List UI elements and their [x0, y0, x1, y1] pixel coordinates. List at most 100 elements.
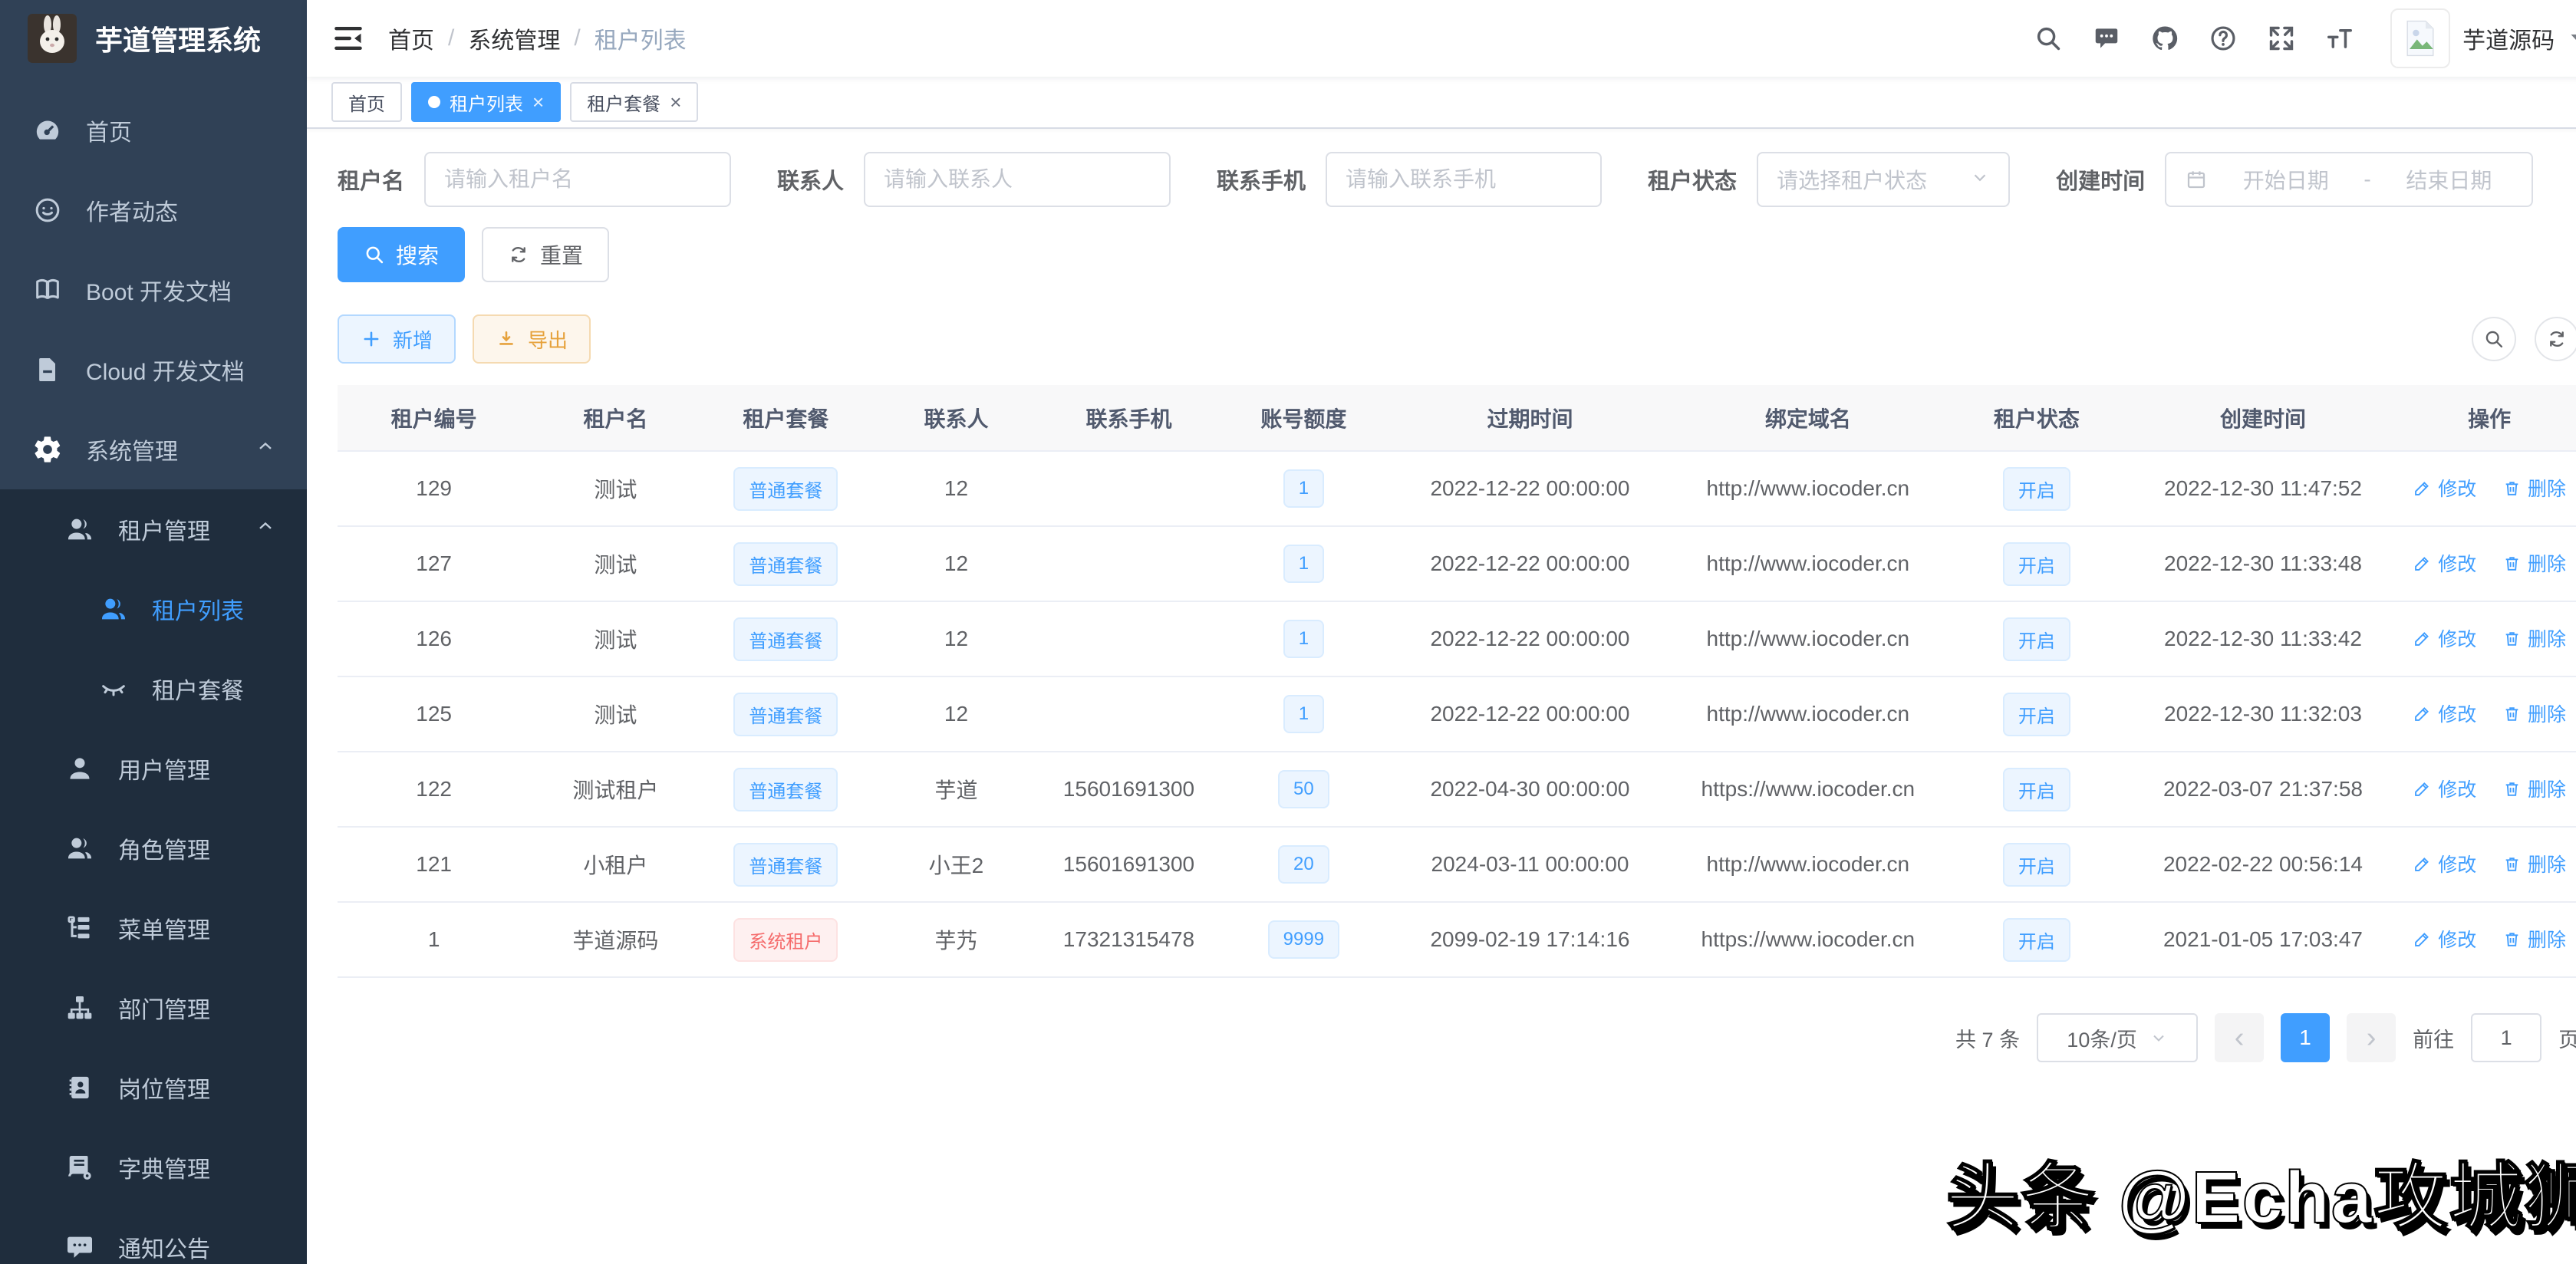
- contact-name: 12: [944, 627, 968, 650]
- delete-link[interactable]: 删除: [2502, 624, 2566, 652]
- next-page-button[interactable]: ›: [2347, 1013, 2396, 1062]
- contact-name: 12: [944, 476, 968, 500]
- edit-icon: [2413, 704, 2432, 723]
- date-range-picker[interactable]: 开始日期 - 结束日期: [2165, 152, 2533, 207]
- tenant-name-input[interactable]: [444, 167, 711, 192]
- delete-link[interactable]: 删除: [2502, 775, 2566, 802]
- close-icon[interactable]: ×: [532, 92, 544, 112]
- sidebar-item-role-mgmt[interactable]: 角色管理: [0, 808, 307, 888]
- system-submenu: 租户管理 租户列表 租户套餐 用户管: [0, 489, 307, 1264]
- page-number-1[interactable]: 1: [2281, 1013, 2330, 1062]
- app-title: 芋道管理系统: [95, 18, 261, 58]
- search-icon[interactable]: [2033, 23, 2064, 54]
- edit-link[interactable]: 修改: [2413, 624, 2476, 652]
- sidebar-item-home[interactable]: 首页: [0, 91, 307, 170]
- avatar: [2390, 8, 2450, 68]
- bound-domain: https://www.iocoder.cn: [1701, 927, 1916, 951]
- status-badge: 开启: [2003, 467, 2070, 511]
- reset-button[interactable]: 重置: [482, 227, 609, 282]
- table-tools: [2472, 317, 2576, 361]
- user-menu[interactable]: 芋道源码: [2390, 8, 2576, 68]
- sidebar-item-system[interactable]: 系统管理: [0, 410, 307, 489]
- edit-link[interactable]: 修改: [2413, 775, 2476, 802]
- search-icon: [2483, 328, 2505, 350]
- menu-fold-icon[interactable]: [331, 21, 365, 55]
- quota-tag: 1: [1283, 469, 1324, 508]
- edit-icon: [2413, 479, 2432, 498]
- help-icon[interactable]: [2208, 23, 2238, 54]
- refresh-table-button[interactable]: [2535, 317, 2576, 361]
- sidebar-item-tenant-list[interactable]: 租户列表: [0, 569, 307, 649]
- download-icon: [496, 328, 517, 350]
- breadcrumb-home[interactable]: 首页: [388, 21, 434, 55]
- edit-link[interactable]: 修改: [2413, 699, 2476, 727]
- app-logo-row[interactable]: 芋道管理系统: [0, 0, 307, 77]
- github-icon[interactable]: [2149, 23, 2180, 54]
- package-tag: 普通套餐: [733, 467, 838, 511]
- delete-link[interactable]: 删除: [2502, 850, 2566, 877]
- contact-input[interactable]: [884, 167, 1151, 192]
- package-tag: 系统租户: [733, 918, 838, 962]
- breadcrumb-system[interactable]: 系统管理: [468, 21, 560, 55]
- show-search-button[interactable]: [2472, 317, 2516, 361]
- edit-link[interactable]: 修改: [2413, 474, 2476, 502]
- tenant-name: 测试: [594, 478, 637, 502]
- edit-link[interactable]: 修改: [2413, 549, 2476, 577]
- delete-link[interactable]: 删除: [2502, 474, 2566, 502]
- expire-time: 2022-12-22 00:00:00: [1430, 627, 1629, 650]
- col-actions: 操作: [2400, 385, 2576, 451]
- sidebar-item-menu-mgmt[interactable]: 菜单管理: [0, 888, 307, 968]
- tenant-table: 租户编号 租户名 租户套餐 联系人 联系手机 账号额度 过期时间 绑定域名 租户…: [338, 385, 2576, 978]
- sidebar-item-cloud-docs[interactable]: Cloud 开发文档: [0, 330, 307, 410]
- edit-link[interactable]: 修改: [2413, 925, 2476, 953]
- tab-home[interactable]: 首页: [331, 82, 402, 122]
- sidebar-item-label: Boot 开发文档: [86, 273, 232, 307]
- delete-link[interactable]: 删除: [2502, 549, 2566, 577]
- font-size-icon[interactable]: [2324, 23, 2355, 54]
- tenant-name: 小租户: [583, 854, 647, 877]
- quota-tag: 9999: [1268, 920, 1339, 959]
- app-logo-rabbit-image: [28, 14, 77, 63]
- edit-link[interactable]: 修改: [2413, 850, 2476, 877]
- contact-field: 联系人: [777, 152, 1171, 207]
- page-content: 租户名 联系人 联系手机 租户状态 请选择租户状态: [307, 129, 2576, 1264]
- sidebar-item-notice[interactable]: 通知公告: [0, 1207, 307, 1264]
- export-button[interactable]: 导出: [473, 314, 591, 364]
- edit-icon: [2413, 854, 2432, 874]
- delete-link[interactable]: 删除: [2502, 925, 2566, 953]
- sidebar-item-post-mgmt[interactable]: 岗位管理: [0, 1048, 307, 1127]
- status-field: 租户状态 请选择租户状态: [1648, 152, 2010, 207]
- tab-tenant-list[interactable]: 租户列表 ×: [411, 82, 561, 122]
- delete-label: 删除: [2528, 850, 2566, 877]
- status-select[interactable]: 请选择租户状态: [1757, 152, 2010, 207]
- sidebar-item-dict-mgmt[interactable]: 字典管理: [0, 1127, 307, 1207]
- fullscreen-icon[interactable]: [2266, 23, 2297, 54]
- close-icon[interactable]: ×: [670, 92, 681, 112]
- mobile-input[interactable]: [1346, 167, 1582, 192]
- create-time-label: 创建时间: [2056, 163, 2145, 196]
- prev-page-button[interactable]: ‹: [2215, 1013, 2264, 1062]
- add-button[interactable]: 新增: [338, 314, 456, 364]
- sidebar-item-user-mgmt[interactable]: 用户管理: [0, 729, 307, 808]
- tab-tenant-package[interactable]: 租户套餐 ×: [570, 82, 698, 122]
- peoples-icon: [98, 594, 129, 624]
- search-button[interactable]: 搜索: [338, 227, 465, 282]
- page-size-select[interactable]: 10条/页: [2037, 1013, 2198, 1062]
- created-time: 2022-02-22 00:56:14: [2163, 852, 2363, 876]
- sidebar-item-tenant-mgmt[interactable]: 租户管理: [0, 489, 307, 569]
- bound-domain: http://www.iocoder.cn: [1707, 476, 1910, 500]
- peoples-icon: [64, 833, 95, 864]
- sidebar-item-tenant-package[interactable]: 租户套餐: [0, 649, 307, 729]
- contact-name: 小王2: [929, 854, 984, 877]
- sidebar-item-boot-docs[interactable]: Boot 开发文档: [0, 250, 307, 330]
- col-status: 租户状态: [1947, 385, 2126, 451]
- col-mobile: 联系手机: [1041, 385, 1216, 451]
- trash-icon: [2502, 479, 2522, 498]
- sidebar-item-dept-mgmt[interactable]: 部门管理: [0, 968, 307, 1048]
- sidebar-item-label: 字典管理: [118, 1150, 210, 1184]
- message-icon[interactable]: [2091, 23, 2122, 54]
- sidebar-item-author-news[interactable]: 作者动态: [0, 170, 307, 250]
- tenant-name-label: 租户名: [338, 163, 404, 196]
- delete-link[interactable]: 删除: [2502, 699, 2566, 727]
- goto-page-input[interactable]: [2471, 1013, 2541, 1062]
